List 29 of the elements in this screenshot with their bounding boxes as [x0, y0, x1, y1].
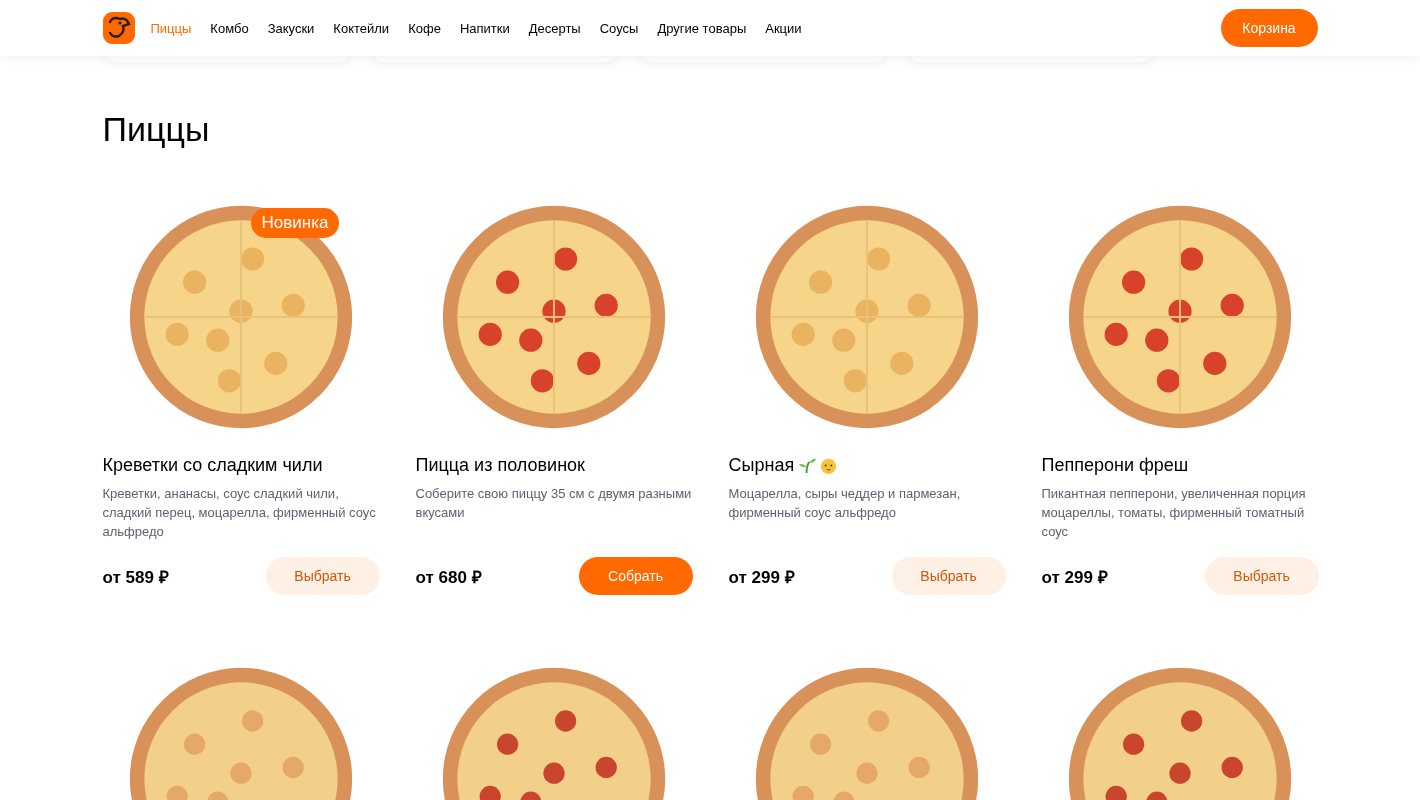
logo-icon[interactable] — [102, 12, 135, 44]
product-name[interactable]: Сырная — [728, 455, 795, 476]
product-price: от 299 ₽ — [728, 566, 795, 588]
product-name[interactable]: Пицца из половинок — [415, 455, 585, 476]
sprout-icon — [798, 456, 818, 475]
choose-button[interactable]: Выбрать — [1204, 557, 1319, 595]
product-description: Пикантная пепперони, увеличенная порция моцареллы, томаты, фирменный томатный соус — [1041, 485, 1307, 541]
product-description: Креветки, ананасы, соус сладкий чили, сладкий перец, моцарелла, фирменный соус альфредо — [102, 485, 377, 541]
product-description: Моцарелла, сыры чеддер и пармезан, фирменный соус альфредо — [728, 485, 962, 522]
product-price: от 680 ₽ — [415, 566, 482, 588]
choose-button[interactable]: Выбрать — [891, 557, 1006, 595]
nav-link[interactable]: Соусы — [599, 20, 639, 36]
nav-link[interactable]: Десерты — [528, 20, 581, 36]
product-price: от 299 ₽ — [1041, 566, 1108, 588]
section-title: Пиццы — [102, 110, 211, 149]
nav-link[interactable]: Акции — [765, 20, 802, 36]
nav-link[interactable]: Комбо — [210, 20, 249, 36]
nav-link[interactable]: Коктейли — [333, 20, 390, 36]
nav-link[interactable]: Кофе — [408, 20, 441, 36]
nav-link[interactable]: Напитки — [459, 20, 510, 36]
nav-link[interactable]: Закуски — [267, 20, 315, 36]
product-name[interactable]: Креветки со сладким чили — [102, 455, 323, 476]
product-price: от 589 ₽ — [102, 566, 169, 588]
nav-link[interactable]: Другие товары — [657, 20, 747, 36]
choose-button[interactable]: Выбрать — [265, 557, 380, 595]
product-name[interactable]: Пепперони фреш — [1041, 455, 1189, 476]
product-description: Соберите свою пиццу 35 см с двумя разными вкусами — [415, 485, 693, 522]
new-badge: Новинка — [250, 208, 340, 238]
baby-face-icon — [819, 456, 839, 475]
